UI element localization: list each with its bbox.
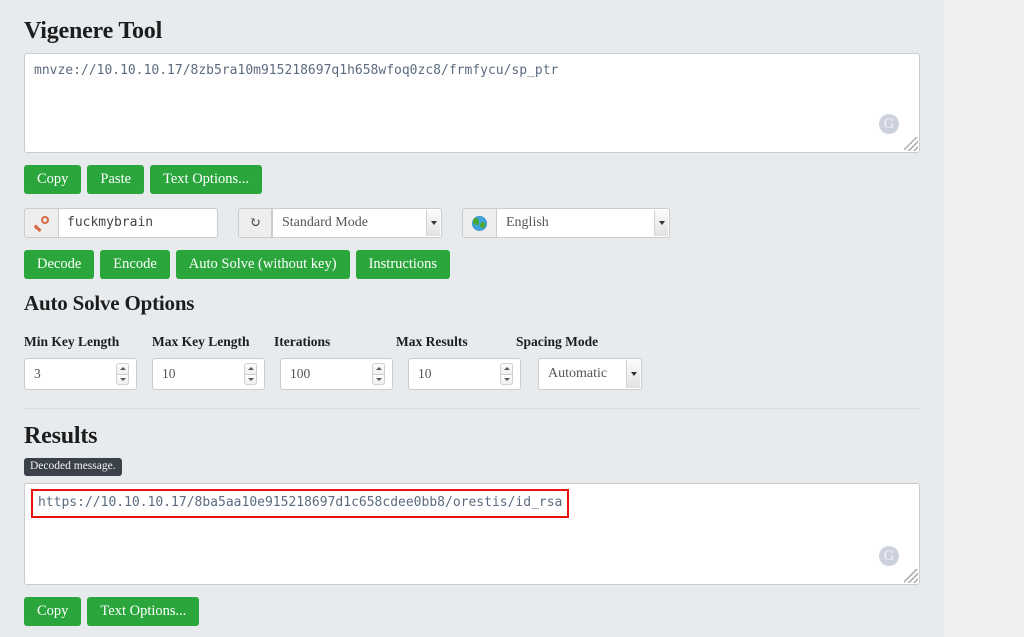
max-results-stepper[interactable] <box>500 363 513 385</box>
chevron-up-icon[interactable] <box>500 363 513 374</box>
textarea-resize-handle[interactable] <box>904 569 918 583</box>
min-key-length-stepper[interactable] <box>116 363 129 385</box>
max-key-length-label: Max Key Length <box>152 334 250 349</box>
max-key-length-input[interactable]: 10 <box>152 358 265 390</box>
autosolve-fields: 3 10 100 10 Automatic <box>24 350 920 390</box>
input-toolbar: Copy Paste Text Options... <box>24 153 920 194</box>
chevron-down-icon[interactable] <box>116 373 129 385</box>
max-key-length-stepper[interactable] <box>244 363 257 385</box>
results-textarea-value: https://10.10.10.17/8ba5aa10e915218697d1… <box>31 489 570 518</box>
auto-solve-button[interactable]: Auto Solve (without key) <box>175 250 350 279</box>
results-copy-button[interactable]: Copy <box>24 597 82 626</box>
autosolve-labels: Min Key Length Max Key Length Iterations… <box>24 320 920 350</box>
page-container: Vigenere Tool mnvze://10.10.10.17/8zb5ra… <box>0 0 944 637</box>
page-title: Vigenere Tool <box>24 18 163 44</box>
key-input[interactable]: fuckmybrain <box>58 208 218 238</box>
mode-select-value: Standard Mode <box>282 215 368 230</box>
results-textarea[interactable]: https://10.10.10.17/8ba5aa10e915218697d1… <box>24 483 920 585</box>
input-copy-button[interactable]: Copy <box>24 165 82 194</box>
language-select-value: English <box>506 215 549 230</box>
spacing-mode-select[interactable]: Automatic <box>538 358 642 390</box>
encode-button[interactable]: Encode <box>100 250 170 279</box>
language-select-group: English <box>462 208 670 238</box>
min-key-length-input[interactable]: 3 <box>24 358 137 390</box>
max-key-length-value: 10 <box>162 366 176 381</box>
status-badge: Decoded message. <box>24 458 122 476</box>
language-select[interactable]: English <box>496 208 670 238</box>
input-text-options-button[interactable]: Text Options... <box>150 165 263 194</box>
input-textarea-value: mnvze://10.10.10.17/8zb5ra10m915218697q1… <box>34 63 559 78</box>
mode-select-caret-icon[interactable] <box>426 210 440 236</box>
textarea-resize-handle[interactable] <box>904 137 918 151</box>
globe-icon-addon <box>462 208 496 238</box>
results-status-row: Decoded message. <box>24 456 920 483</box>
min-key-length-value: 3 <box>34 366 41 381</box>
key-icon <box>33 214 51 232</box>
iterations-input[interactable]: 100 <box>280 358 393 390</box>
instructions-button[interactable]: Instructions <box>355 250 451 279</box>
results-text-options-button[interactable]: Text Options... <box>87 597 200 626</box>
iterations-label: Iterations <box>274 334 331 349</box>
chevron-up-icon[interactable] <box>244 363 257 374</box>
grid-logo-watermark-icon: G <box>879 546 899 566</box>
max-results-label: Max Results <box>396 334 468 349</box>
chevron-down-icon[interactable] <box>500 373 513 385</box>
key-icon-addon <box>24 208 58 238</box>
input-textarea[interactable]: mnvze://10.10.10.17/8zb5ra10m915218697q1… <box>24 53 920 153</box>
iterations-stepper[interactable] <box>372 363 385 385</box>
mode-select[interactable]: Standard Mode <box>272 208 442 238</box>
key-input-group: fuckmybrain <box>24 208 218 238</box>
max-results-input[interactable]: 10 <box>408 358 521 390</box>
spacing-mode-label: Spacing Mode <box>516 334 599 349</box>
max-results-value: 10 <box>418 366 432 381</box>
results-toolbar: Copy Text Options... <box>24 585 920 626</box>
mode-select-group: ↻ Standard Mode <box>238 208 442 238</box>
key-options-row: fuckmybrain ↻ Standard Mode English <box>24 194 920 238</box>
spacing-mode-caret-icon[interactable] <box>626 360 640 388</box>
refresh-icon[interactable]: ↻ <box>238 208 272 238</box>
chevron-down-icon[interactable] <box>372 373 385 385</box>
chevron-up-icon[interactable] <box>116 363 129 374</box>
language-select-caret-icon[interactable] <box>654 210 668 236</box>
input-paste-button[interactable]: Paste <box>87 165 145 194</box>
grid-logo-watermark-icon: G <box>879 114 899 134</box>
decode-button[interactable]: Decode <box>24 250 95 279</box>
chevron-down-icon[interactable] <box>244 373 257 385</box>
globe-icon <box>472 215 487 231</box>
iterations-value: 100 <box>290 366 311 381</box>
chevron-up-icon[interactable] <box>372 363 385 374</box>
min-key-length-label: Min Key Length <box>24 334 120 349</box>
autosolve-title: Auto Solve Options <box>24 291 195 315</box>
results-title: Results <box>24 423 98 449</box>
action-buttons: Decode Encode Auto Solve (without key) I… <box>24 238 920 279</box>
